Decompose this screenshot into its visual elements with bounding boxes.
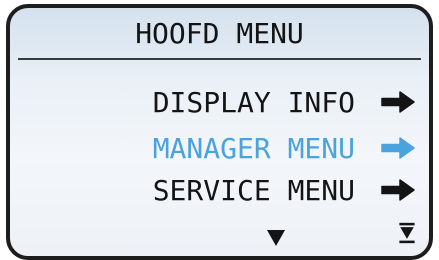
- display-screen: HOOFD MENU DISPLAY INFO MANAGER MENU SER…: [6, 4, 433, 260]
- menu-item-label: MANAGER MENU: [152, 131, 355, 165]
- arrow-right-icon: [381, 179, 415, 201]
- menu-item-service-menu[interactable]: SERVICE MENU: [153, 170, 415, 210]
- screen-title: HOOFD MENU: [135, 17, 304, 50]
- arrow-right-icon: [381, 91, 415, 113]
- menu-item-label: DISPLAY INFO: [152, 85, 355, 119]
- triangle-down-icon[interactable]: [265, 226, 287, 248]
- menu-item-manager-menu[interactable]: MANAGER MENU: [153, 128, 415, 168]
- scroll-to-end-icon[interactable]: [396, 222, 418, 244]
- menu-item-display-info[interactable]: DISPLAY INFO: [153, 82, 415, 122]
- menu-item-label: SERVICE MENU: [152, 173, 355, 207]
- arrow-right-icon: [381, 137, 415, 159]
- title-divider: [18, 58, 421, 60]
